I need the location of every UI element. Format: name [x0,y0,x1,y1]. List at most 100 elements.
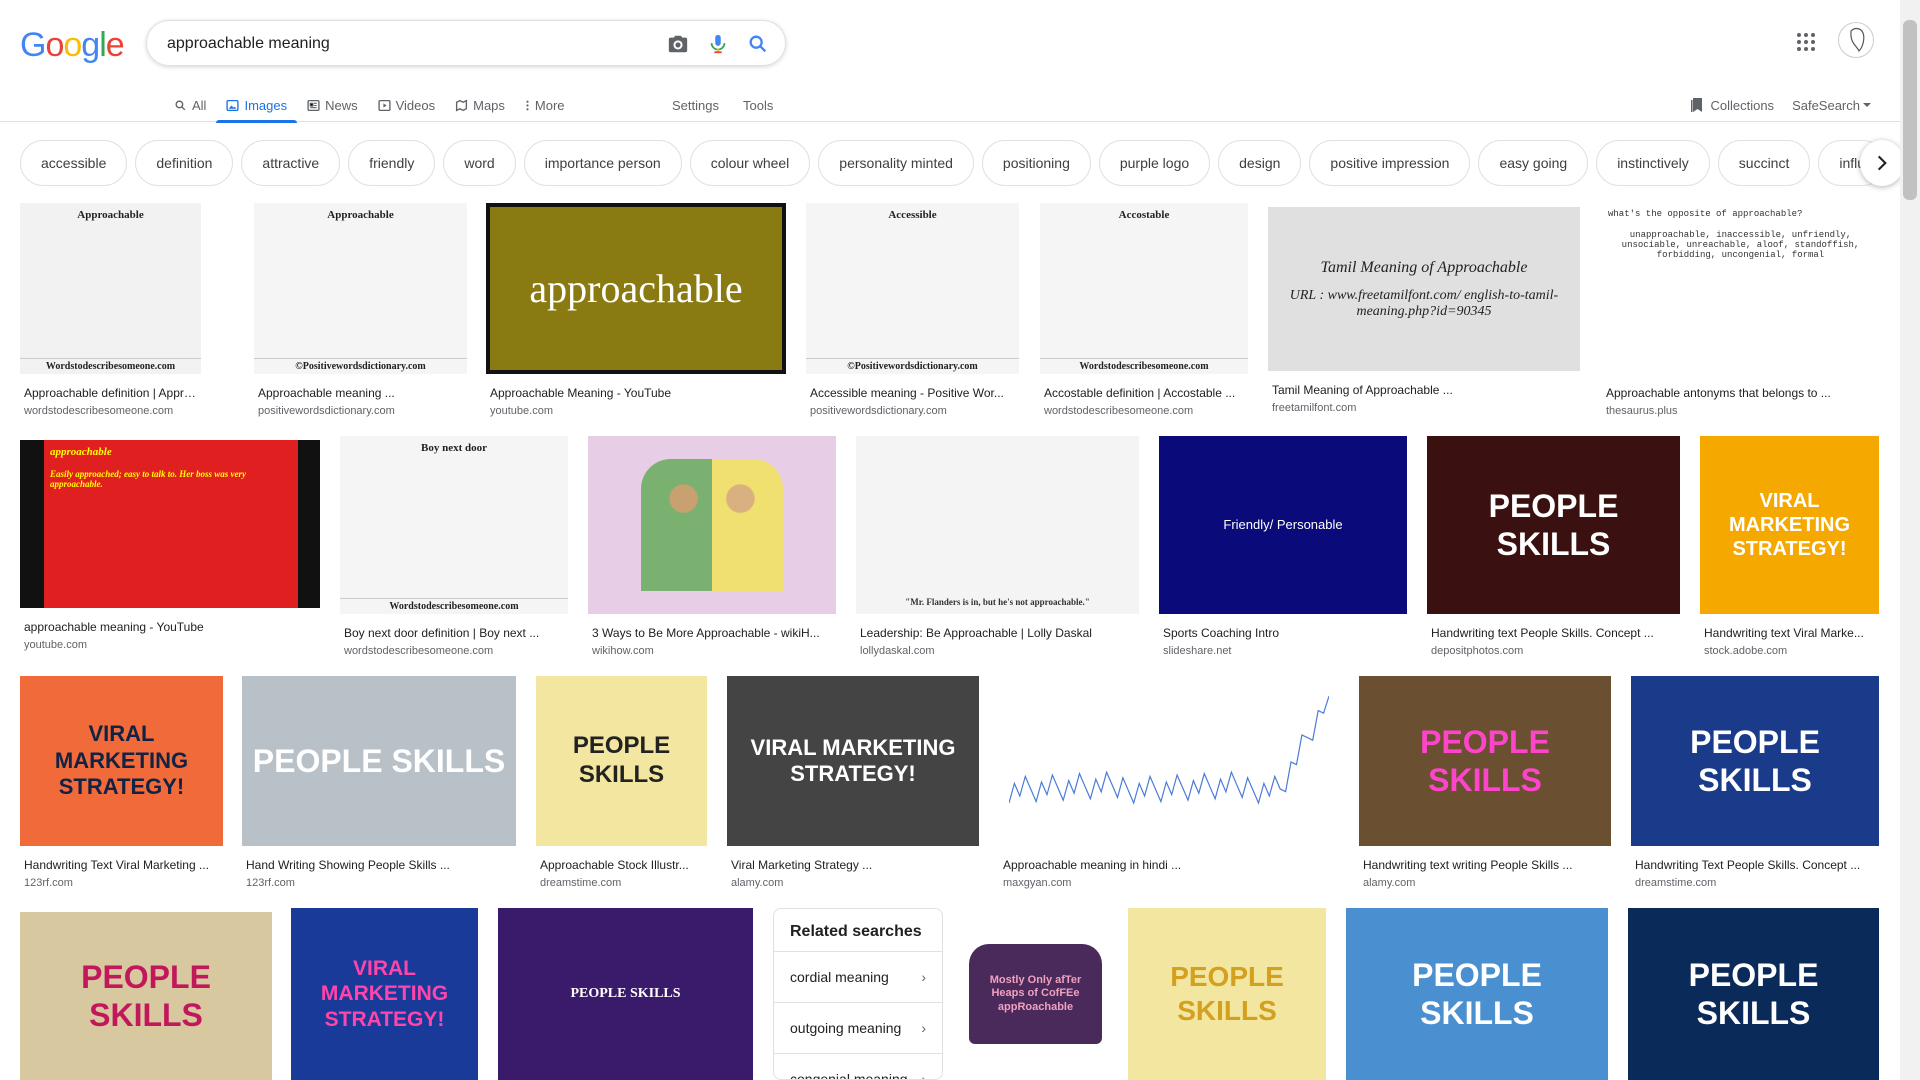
result-title[interactable]: Approachable definition | Approach... [24,386,201,400]
search-input[interactable] [167,33,627,55]
result-source[interactable]: depositphotos.com [1431,645,1523,657]
result-thumbnail[interactable]: PEOPLE SKILLS [1346,908,1608,1080]
result-source[interactable]: youtube.com [490,405,553,417]
result-thumbnail[interactable] [999,676,1339,846]
result-source[interactable]: maxgyan.com [1003,877,1071,889]
image-result[interactable]: PEOPLE SKILLS Approachable Stock Illustr.… [536,676,707,894]
chip[interactable]: purple logo [1098,140,1211,186]
safesearch-button[interactable]: SafeSearch [1792,98,1872,113]
result-source[interactable]: thesaurus.plus [1606,405,1678,417]
image-result[interactable]: PEOPLE SKILLS [20,912,272,1080]
result-title[interactable]: 3 Ways to Be More Approachable - wikiH..… [592,626,836,640]
result-title[interactable]: Handwriting Text People Skills. Concept … [1635,858,1879,872]
google-logo[interactable]: Google [20,26,125,65]
result-source[interactable]: positivewordsdictionary.com [258,405,395,417]
result-title[interactable]: Handwriting Text Viral Marketing ... [24,858,223,872]
result-source[interactable]: dreamstime.com [540,877,621,889]
result-source[interactable]: stock.adobe.com [1704,645,1787,657]
result-source[interactable]: positivewordsdictionary.com [810,405,947,417]
result-title[interactable]: Leadership: Be Approachable | Lolly Dask… [860,626,1139,640]
image-result[interactable]: PEOPLE SKILLS [1628,908,1879,1080]
result-thumbnail[interactable]: VIRAL MARKETING STRATEGY! [1700,436,1879,614]
chip[interactable]: positioning [981,140,1091,186]
result-thumbnail[interactable]: "Mr. Flanders is in, but he's not approa… [856,436,1139,614]
search-icon[interactable] [745,31,771,57]
image-result[interactable]: Approachable Wordstodescribesomeone.com Ap… [20,203,201,422]
result-thumbnail[interactable]: PEOPLE SKILLS [1359,676,1611,846]
image-result[interactable]: Friendly/ Personable Sports Coaching Intr… [1159,436,1407,662]
chip[interactable]: personality minted [818,140,974,186]
scrollbar-thumb[interactable] [1903,20,1917,200]
result-thumbnail[interactable]: VIRAL MARKETING STRATEGY! [291,908,478,1080]
result-source[interactable]: wordstodescribesomeone.com [1044,405,1193,417]
result-thumbnail[interactable]: Accessible ©Positivewordsdictionary.com [806,203,1019,374]
image-result[interactable]: what's the opposite of approachable? unap… [1602,203,1879,422]
tab-maps[interactable]: Maps [445,88,515,122]
image-result[interactable]: approachable Easily approached; easy to t… [20,440,320,656]
tab-all[interactable]: All [164,88,216,122]
result-title[interactable]: Boy next door definition | Boy next ... [344,626,568,640]
result-title[interactable]: Approachable meaning ... [258,386,467,400]
chip[interactable]: easy going [1478,140,1589,186]
tools-link[interactable]: Tools [731,88,785,122]
scrollbar[interactable] [1900,0,1920,1080]
result-source[interactable]: alamy.com [731,877,783,889]
result-title[interactable]: Tamil Meaning of Approachable ... [1272,383,1580,397]
image-result[interactable]: "Mr. Flanders is in, but he's not approa… [856,436,1139,662]
result-thumbnail[interactable]: PEOPLE SKILLS [1628,908,1879,1080]
tab-images[interactable]: Images [216,88,297,123]
avatar[interactable] [1838,22,1874,58]
image-result[interactable]: PEOPLE SKILLS Handwriting text writing Pe… [1359,676,1611,894]
chip[interactable]: importance person [523,140,682,186]
result-title[interactable]: Sports Coaching Intro [1163,626,1407,640]
related-item[interactable]: outgoing meaning › [774,1003,942,1054]
image-result[interactable]: VIRAL MARKETING STRATEGY! Handwriting tex… [1700,436,1879,662]
chip[interactable]: attractive [241,140,341,186]
chip[interactable]: definition [135,140,234,186]
result-thumbnail[interactable]: Approachable Wordstodescribesomeone.com [20,203,201,374]
result-title[interactable]: Handwriting text People Skills. Concept … [1431,626,1680,640]
result-thumbnail[interactable] [588,436,836,614]
result-thumbnail[interactable]: VIRAL MARKETING STRATEGY! [20,676,223,846]
result-thumbnail[interactable]: PEOPLE SKILLS [1128,908,1326,1080]
result-title[interactable]: Approachable Meaning - YouTube [490,386,786,400]
image-result[interactable]: Boy next door Wordstodescribesomeone.com B… [340,436,568,662]
chip[interactable]: colour wheel [689,140,811,186]
result-source[interactable]: slideshare.net [1163,645,1232,657]
chip[interactable]: design [1218,140,1302,186]
result-thumbnail[interactable]: PEOPLE SKILLS [242,676,516,846]
result-title[interactable]: Handwriting text Viral Marke... [1704,626,1879,640]
result-thumbnail[interactable]: PEOPLE SKILLS [20,912,272,1080]
image-result[interactable]: VIRAL MARKETING STRATEGY! Handwriting Tex… [20,676,223,894]
chip[interactable]: friendly [348,140,436,186]
chip[interactable]: instinctively [1596,140,1710,186]
result-thumbnail[interactable]: Approachable ©Positivewordsdictionary.com [254,203,467,374]
related-item[interactable]: congenial meaning › [774,1054,942,1079]
result-thumbnail[interactable]: Friendly/ Personable [1159,436,1407,614]
result-thumbnail[interactable]: approachable [486,203,786,374]
result-thumbnail[interactable]: VIRAL MARKETING STRATEGY! [727,676,979,846]
result-source[interactable]: wordstodescribesomeone.com [344,645,493,657]
result-source[interactable]: freetamilfont.com [1272,402,1356,414]
result-title[interactable]: Handwriting text writing People Skills .… [1363,858,1611,872]
result-title[interactable]: Viral Marketing Strategy ... [731,858,979,872]
result-thumbnail[interactable]: Mostly Only afTer Heaps of CofFEe appRoa… [963,908,1108,1080]
result-thumbnail[interactable]: what's the opposite of approachable? unap… [1602,203,1879,374]
tab-news[interactable]: News [297,88,368,122]
tab-videos[interactable]: Videos [368,88,446,122]
result-title[interactable]: Approachable Stock Illustr... [540,858,707,872]
chip[interactable]: positive impression [1309,140,1471,186]
result-source[interactable]: dreamstime.com [1635,877,1716,889]
result-source[interactable]: 123rf.com [246,877,295,889]
result-title[interactable]: Accessible meaning - Positive Wor... [810,386,1019,400]
image-result[interactable]: 3 Ways to Be More Approachable - wikiH..… [588,436,836,662]
image-result[interactable]: PEOPLE SKILLS Handwriting text People Ski… [1427,436,1680,662]
result-title[interactable]: Approachable meaning in hindi ... [1003,858,1339,872]
image-result[interactable]: Approachable ©Positivewordsdictionary.com… [254,203,467,422]
collections-button[interactable]: Collections [1690,97,1774,113]
image-result[interactable]: VIRAL MARKETING STRATEGY! [291,908,478,1080]
microphone-icon[interactable] [705,31,731,57]
result-thumbnail[interactable]: approachable Easily approached; easy to t… [20,440,320,608]
image-result[interactable]: VIRAL MARKETING STRATEGY! Viral Marketing… [727,676,979,894]
result-source[interactable]: alamy.com [1363,877,1415,889]
